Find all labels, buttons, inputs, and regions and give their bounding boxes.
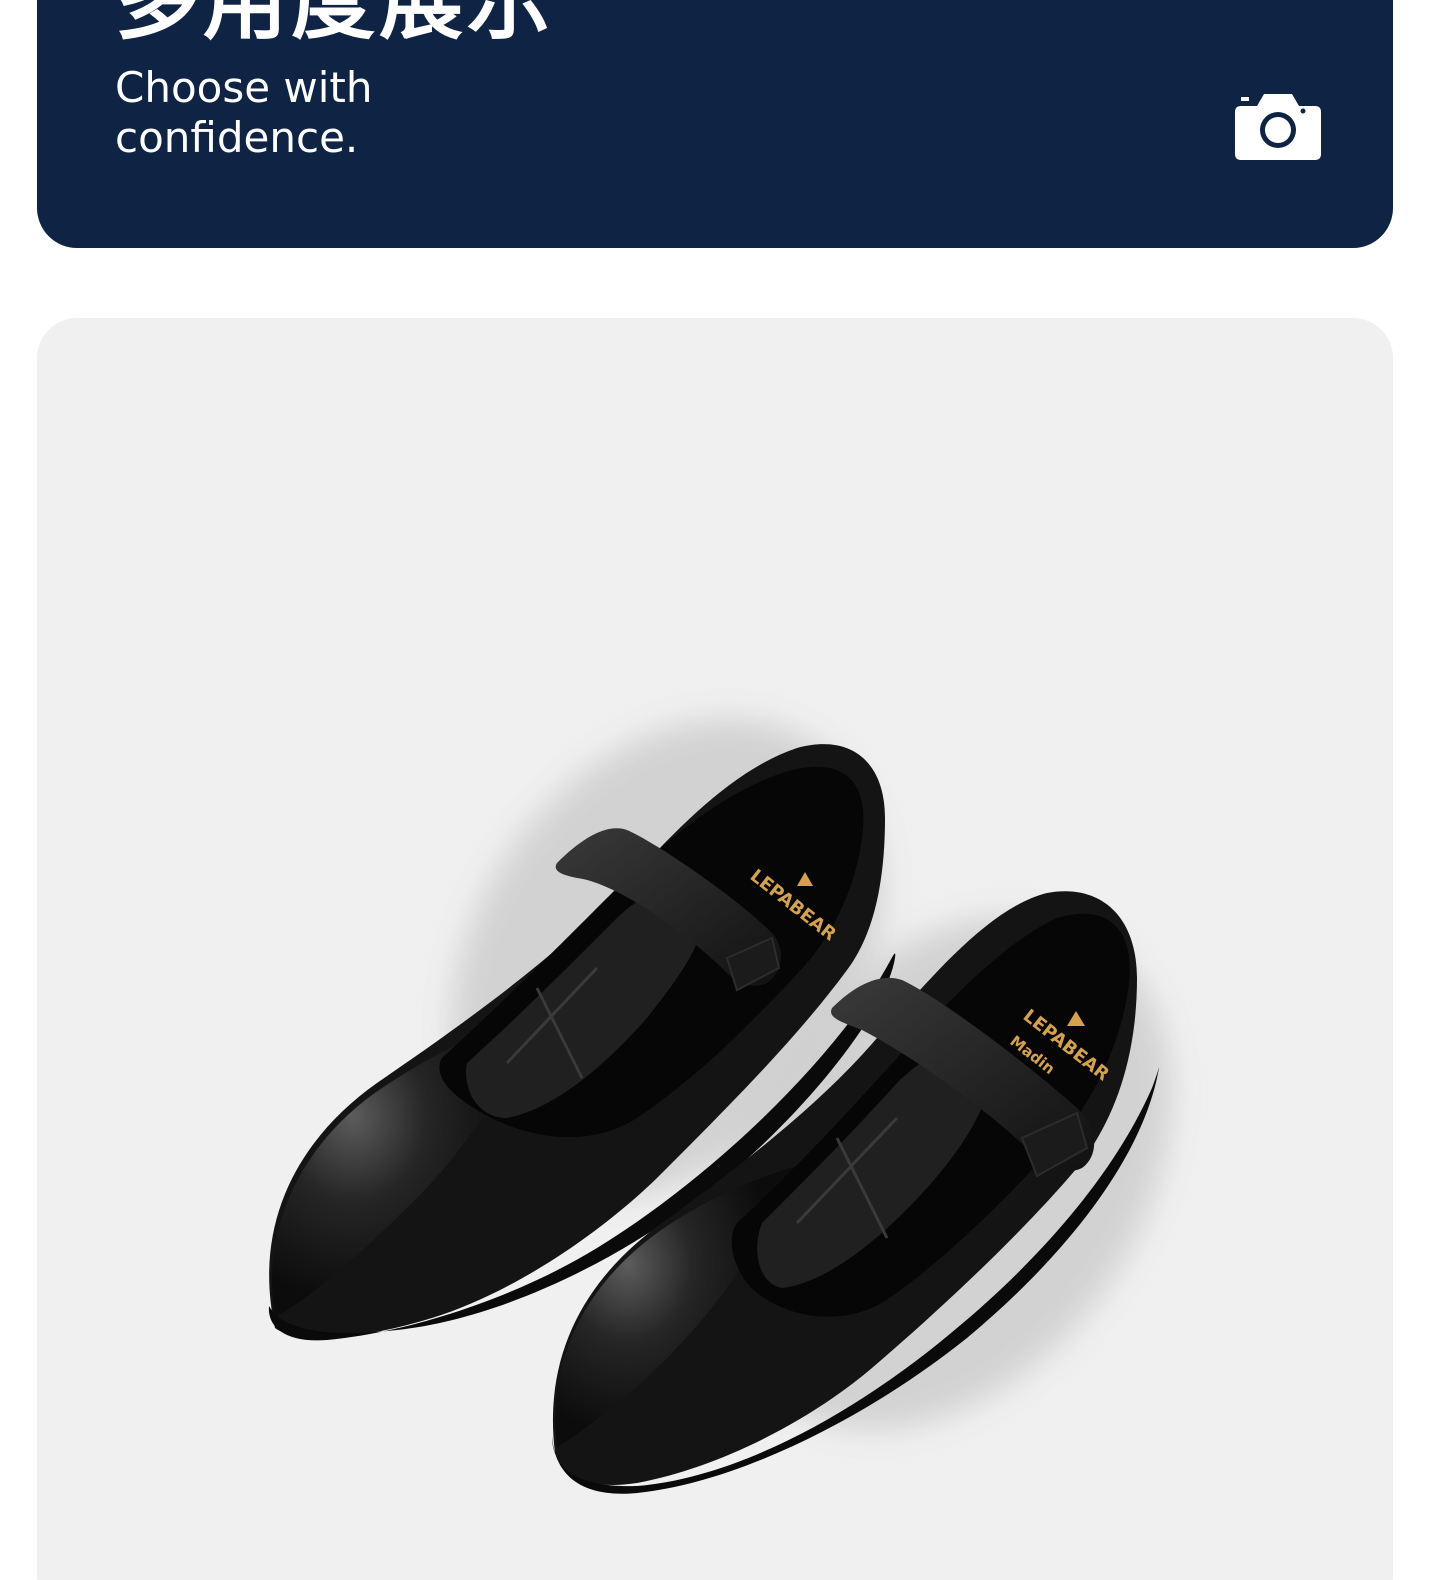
- product-photo: LEPABEAR LEPABEAR Madin: [268, 718, 1172, 1494]
- product-photo-card: LEPABEAR LEPABEAR Madin: [37, 318, 1393, 1580]
- camera-icon: [1235, 94, 1321, 160]
- product-detail-page: 多用度展示 Choose with confidence. LEPABEAR L…: [0, 0, 1440, 1580]
- banner-subtitle: Choose with confidence.: [115, 63, 535, 163]
- subtitle-line-1: Choose with: [115, 63, 373, 112]
- section-banner: 多用度展示 Choose with confidence.: [37, 0, 1393, 248]
- banner-title: 多用度展示: [115, 0, 556, 51]
- subtitle-line-2: confidence.: [115, 113, 359, 162]
